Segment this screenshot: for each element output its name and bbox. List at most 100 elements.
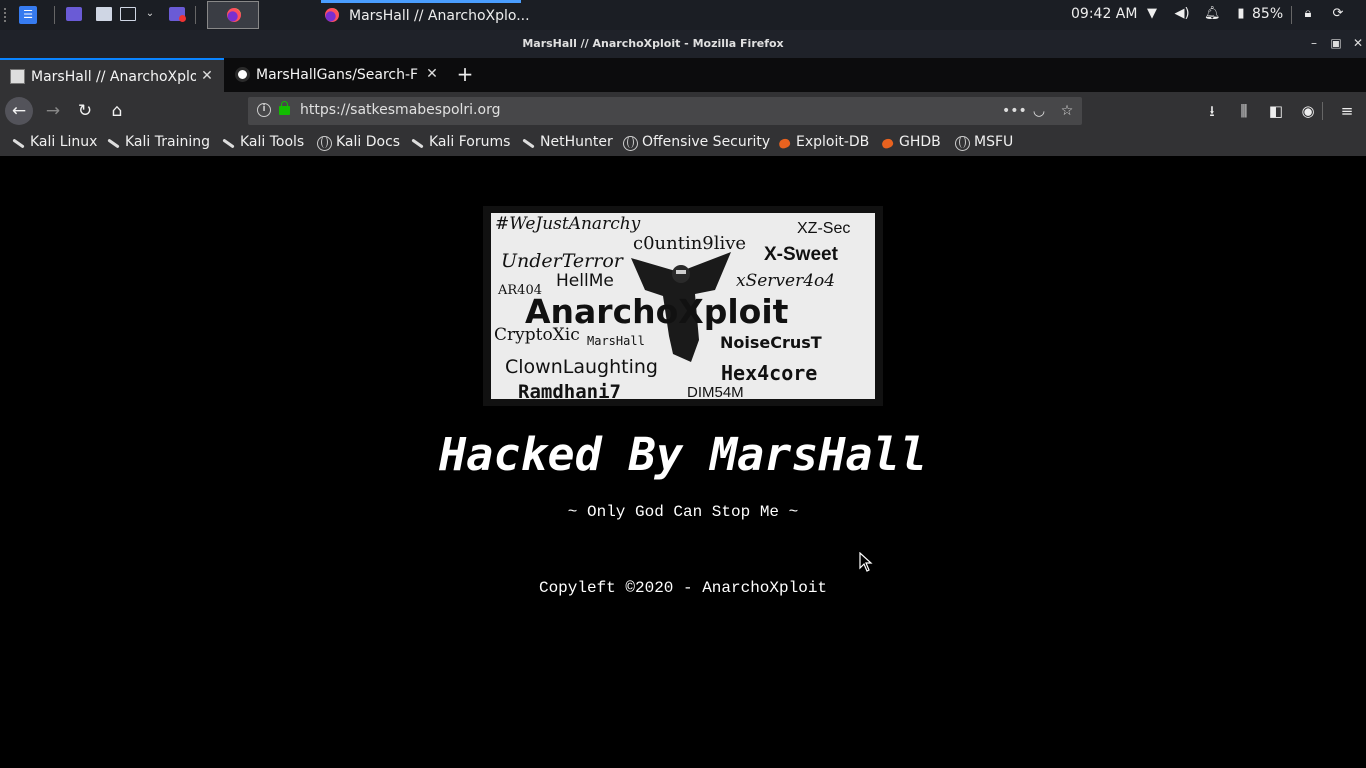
close-tab-icon[interactable]: ✕ xyxy=(425,66,439,82)
page-footer: Copyleft ©2020 - AnarchoXploit xyxy=(538,579,828,597)
banner-word: xServer4o4 xyxy=(736,271,836,291)
screen-recorder-icon[interactable] xyxy=(169,7,186,22)
tab-label: MarsHall // AnarchoXploi xyxy=(31,69,196,85)
bookmark-ghdb[interactable]: GHDB xyxy=(880,134,946,152)
banner-word: XZ-Sec xyxy=(797,220,851,237)
downloads-icon[interactable]: ⭳ xyxy=(1203,102,1221,120)
kali-menu-icon[interactable]: ☰ xyxy=(19,6,37,24)
bookmark-star-icon[interactable]: ☆ xyxy=(1058,102,1076,120)
banner-word: c0untin9live xyxy=(633,233,747,254)
workspace-switcher[interactable] xyxy=(207,1,259,29)
banner-word: HellMe xyxy=(556,271,614,291)
sidebar-icon[interactable]: ◧ xyxy=(1267,102,1285,120)
tab-github[interactable]: MarsHallGans/Search-F ✕ xyxy=(225,58,449,92)
url-text[interactable]: https://satkesmabespolri.org xyxy=(300,102,500,118)
account-icon[interactable]: ◉ xyxy=(1299,102,1317,120)
bookmark-label: MSFU xyxy=(974,134,1014,150)
bookmark-exploit-db[interactable]: Exploit-DB xyxy=(777,134,871,152)
page-headline: Hacked By MarsHall xyxy=(439,428,927,481)
page-tagline: ~ Only God Can Stop Me ~ xyxy=(567,503,799,521)
bookmark-label: Offensive Security xyxy=(642,134,771,150)
window-titlebar[interactable]: MarsHall // AnarchoXploit - Mozilla Fire… xyxy=(0,30,1366,58)
url-bar[interactable]: i https://satkesmabespolri.org ••• ◡ ☆ xyxy=(248,97,1082,125)
banner-word: AnarchoXploit xyxy=(525,292,789,331)
banner-word: X-Sweet xyxy=(764,244,838,265)
taskbar-window-firefox[interactable]: MarsHall // AnarchoXplo... xyxy=(321,0,530,30)
close-tab-icon[interactable]: ✕ xyxy=(200,68,214,84)
lock-icon[interactable] xyxy=(279,101,290,115)
bookmark-nethunter[interactable]: NetHunter xyxy=(521,134,615,152)
forward-button[interactable]: → xyxy=(39,97,67,125)
bookmark-kali-linux[interactable]: Kali Linux xyxy=(11,134,97,152)
divider xyxy=(1291,6,1292,24)
bookmark-label: Kali Docs xyxy=(336,134,401,150)
bookmark-label: Kali Tools xyxy=(240,134,305,150)
page-actions-icon[interactable]: ••• xyxy=(1002,102,1027,120)
bookmark-msfu[interactable]: MSFU xyxy=(955,134,1021,152)
exploit-db-icon xyxy=(880,136,895,151)
notification-bell-icon[interactable]: 🔔︎ xyxy=(1204,6,1221,22)
divider xyxy=(54,6,55,24)
kali-dragon-icon xyxy=(106,136,121,151)
volume-icon[interactable]: ◀) xyxy=(1174,6,1190,22)
globe-icon xyxy=(955,136,970,151)
divider xyxy=(195,6,196,24)
system-taskbar: ☰ ⌄ MarsHall // AnarchoXplo... 09:42 AM … xyxy=(0,0,1366,30)
page-content: #WeJustAnarchy XZ-Sec c0untin9live X-Swe… xyxy=(0,156,1366,768)
bookmark-kali-docs[interactable]: Kali Docs xyxy=(317,134,402,152)
tab-strip: MarsHall // AnarchoXploi ✕ MarsHallGans/… xyxy=(0,58,1366,92)
minimize-icon[interactable]: – xyxy=(1307,36,1321,50)
kali-dragon-icon xyxy=(221,136,236,151)
bookmark-label: Kali Linux xyxy=(30,134,98,150)
bookmark-kali-tools[interactable]: Kali Tools xyxy=(221,134,309,152)
anarchoxploit-banner-image: #WeJustAnarchy XZ-Sec c0untin9live X-Swe… xyxy=(483,206,883,406)
power-icon[interactable]: ⟳ xyxy=(1330,6,1346,22)
lock-screen-icon[interactable]: 🔒︎ xyxy=(1300,6,1316,22)
divider xyxy=(1322,102,1323,120)
terminal-launcher-icon[interactable] xyxy=(66,7,82,21)
close-window-icon[interactable]: ✕ xyxy=(1351,36,1365,50)
home-button[interactable]: ⌂ xyxy=(103,97,131,125)
chevron-down-icon[interactable]: ⌄ xyxy=(142,7,158,21)
bookmark-label: Kali Training xyxy=(125,134,210,150)
banner-word: DIM54M xyxy=(687,384,744,399)
github-icon xyxy=(235,67,250,82)
battery-icon[interactable]: ▮ xyxy=(1233,6,1249,22)
firefox-icon xyxy=(325,8,339,22)
new-tab-button[interactable]: + xyxy=(455,64,475,85)
menu-icon[interactable]: ≡ xyxy=(1338,102,1356,120)
bookmark-kali-forums[interactable]: Kali Forums xyxy=(410,134,512,152)
maximize-icon[interactable]: ▣ xyxy=(1329,36,1343,50)
kali-dragon-icon xyxy=(521,136,536,151)
pocket-icon[interactable]: ◡ xyxy=(1030,102,1048,120)
bookmark-label: Exploit-DB xyxy=(796,134,870,150)
kali-dragon-icon xyxy=(11,136,26,151)
banner-word: Ramdhani7 xyxy=(518,381,621,400)
banner-word: MarsHall xyxy=(587,334,645,348)
back-button[interactable]: ← xyxy=(5,97,33,125)
banner-word: #WeJustAnarchy xyxy=(495,214,641,234)
banner-word: ClownLaughting xyxy=(505,356,658,378)
tab-marshall[interactable]: MarsHall // AnarchoXploi ✕ xyxy=(0,58,224,92)
bookmark-label: GHDB xyxy=(899,134,941,150)
wifi-icon[interactable]: ▼ xyxy=(1144,6,1160,22)
site-info-icon[interactable]: i xyxy=(257,103,271,117)
show-desktop-icon[interactable] xyxy=(120,7,136,21)
bookmarks-toolbar: Kali Linux Kali Training Kali Tools Kali… xyxy=(0,130,1366,156)
kali-dragon-icon xyxy=(410,136,425,151)
bookmark-label: Kali Forums xyxy=(429,134,511,150)
clock[interactable]: 09:42 AM xyxy=(1071,6,1137,22)
banner-word: Hex4core xyxy=(721,361,818,385)
banner-word: CryptoXic xyxy=(494,325,580,345)
bookmark-offensive-security[interactable]: Offensive Security xyxy=(623,134,771,152)
panel-grip-icon xyxy=(4,8,8,22)
library-icon[interactable]: ⫼ xyxy=(1235,102,1253,120)
bookmark-kali-training[interactable]: Kali Training xyxy=(106,134,212,152)
exploit-db-icon xyxy=(777,136,792,151)
reload-button[interactable]: ↻ xyxy=(71,97,99,125)
globe-icon xyxy=(317,136,332,151)
site-favicon-icon xyxy=(10,69,25,84)
file-manager-icon[interactable] xyxy=(96,7,112,21)
firefox-icon xyxy=(227,8,241,22)
banner-word: UnderTerror xyxy=(501,250,623,272)
